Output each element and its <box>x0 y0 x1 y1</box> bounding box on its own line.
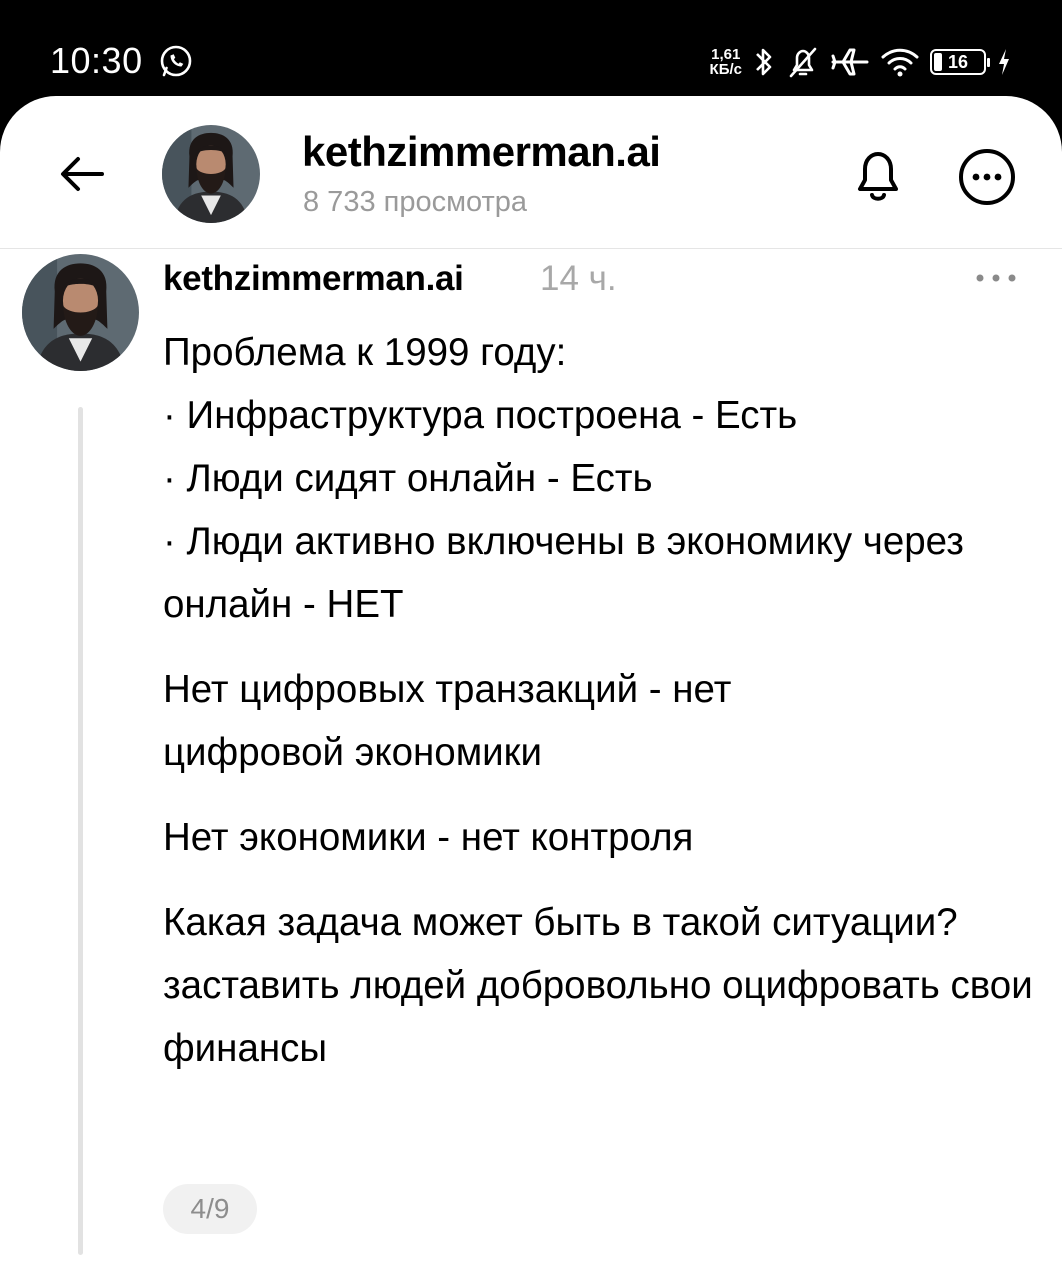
view-count: 8 733 просмотра <box>303 186 528 218</box>
thread-header: kethzimmerman.ai 8 733 просмотра <box>0 96 1062 249</box>
thread-post: kethzimmerman.ai 14 ч. Проблема к 1999 г… <box>0 249 1062 1280</box>
post-paragraph: Какая задача может быть в такой ситуации… <box>163 901 1033 1070</box>
page-indicator-badge: 4/9 <box>163 1184 257 1234</box>
more-circle-icon <box>959 149 1015 205</box>
battery-fill <box>934 53 942 71</box>
airplane-mode-icon <box>831 48 869 76</box>
post-line: · Люди сидят онлайн - Есть <box>163 457 653 500</box>
header-avatar[interactable] <box>162 125 260 223</box>
battery-indicator: 16 <box>930 49 990 75</box>
post-body: Проблема к 1999 году: · Инфраструктура п… <box>163 321 1043 1080</box>
back-arrow-icon <box>61 157 104 191</box>
net-speed-value: 1,61 <box>711 46 741 63</box>
bell-icon <box>858 152 898 201</box>
post-author-name[interactable]: kethzimmerman.ai <box>163 259 464 299</box>
whatsapp-icon <box>160 45 192 77</box>
status-time: 10:30 <box>50 40 143 81</box>
header-title: kethzimmerman.ai <box>302 128 661 175</box>
post-more-button[interactable] <box>968 263 1024 293</box>
net-speed-unit: КБ/с <box>709 61 742 78</box>
profile-photo <box>22 254 139 371</box>
post-author-avatar[interactable] <box>22 254 139 371</box>
thread-sheet: kethzimmerman.ai 8 733 просмотра kethzim… <box>0 96 1062 1280</box>
post-line: · Люди активно включены в экономику чере… <box>163 520 964 626</box>
post-line: Проблема к 1999 году: <box>163 331 567 374</box>
mute-bell-icon <box>789 47 817 78</box>
status-icons: 1,61 КБ/с 16 <box>710 42 1012 82</box>
profile-photo <box>162 125 260 223</box>
post-paragraph: Нет экономики - нет контроля <box>163 816 694 859</box>
wifi-icon <box>881 48 919 77</box>
post-timestamp: 14 ч. <box>540 259 617 298</box>
more-dots-icon <box>976 274 1016 282</box>
notifications-button[interactable] <box>848 146 908 206</box>
post-paragraph: Нет цифровых транзакций - нет цифровой э… <box>163 668 732 774</box>
back-button[interactable] <box>54 146 110 202</box>
more-options-button[interactable] <box>956 146 1018 208</box>
post-line: · Инфраструктура построена - Есть <box>163 394 798 437</box>
network-speed: 1,61 КБ/с <box>710 47 742 77</box>
battery-level: 16 <box>947 51 969 72</box>
thread-line <box>78 407 83 1255</box>
bluetooth-icon <box>756 48 772 76</box>
charging-bolt-icon <box>999 49 1009 75</box>
